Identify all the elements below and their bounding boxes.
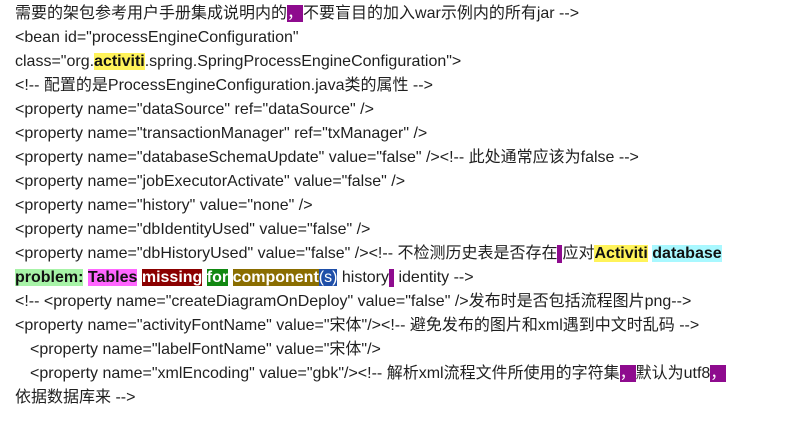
text-line-15: <property name="labelFontName" value="宋体… xyxy=(30,341,381,358)
text-line-12: problem: Tables missing for component(s)… xyxy=(15,266,794,290)
text-line-1: 需要的架包参考用户手册集成说明内的，不要盲目的加入war示例内的所有jar --… xyxy=(15,2,794,26)
text-segment: <property name="xmlEncoding" value="gbk"… xyxy=(30,365,620,382)
highlight-activiti: activiti xyxy=(94,53,145,70)
text-segment: history xyxy=(337,269,390,286)
text-line-4: <!-- 配置的是ProcessEngineConfiguration.java… xyxy=(15,77,433,94)
text-segment: class="org. xyxy=(15,53,95,70)
highlight-s: (s) xyxy=(318,269,338,286)
text-line-17: 依据数据库来 --> xyxy=(15,389,136,406)
highlight-comma: ， xyxy=(619,365,636,382)
highlight-missing: missing xyxy=(141,269,203,286)
text-line-5: <property name="dataSource" ref="dataSou… xyxy=(15,101,374,118)
document-text: 需要的架包参考用户手册集成说明内的，不要盲目的加入war示例内的所有jar --… xyxy=(0,0,794,424)
text-line-8: <property name="jobExecutorActivate" val… xyxy=(15,173,406,190)
text-segment: 默认为utf8 xyxy=(635,365,711,382)
text-line-10: <property name="dbIdentityUsed" value="f… xyxy=(15,221,371,238)
text-segment: 不要盲目的加入war示例内的所有jar --> xyxy=(303,5,580,22)
text-segment: <property name="dbHistoryUsed" value="fa… xyxy=(15,245,558,262)
text-line-2: <bean id="processEngineConfiguration" xyxy=(15,29,299,46)
text-line-16: <property name="xmlEncoding" value="gbk"… xyxy=(15,362,794,386)
text-line-14: <property name="activityFontName" value=… xyxy=(15,317,700,334)
text-line-3: class="org.activiti.spring.SpringProcess… xyxy=(15,50,794,74)
highlight-tables: Tables xyxy=(87,269,138,286)
highlight-problem: problem: xyxy=(15,269,84,286)
highlight-comma: ， xyxy=(710,365,727,382)
highlight-database: database xyxy=(652,245,722,262)
text-segment: identity --> xyxy=(394,269,474,286)
text-line-13: <!-- <property name="createDiagramOnDepl… xyxy=(15,293,692,310)
text-line-6: <property name="transactionManager" ref=… xyxy=(15,125,428,142)
text-segment: 应对 xyxy=(562,245,595,262)
highlight-activiti: Activiti xyxy=(594,245,648,262)
text-segment: 需要的架包参考用户手册集成说明内的 xyxy=(15,5,288,22)
highlight-for: for xyxy=(206,269,229,286)
text-line-7: <property name="databaseSchemaUpdate" va… xyxy=(15,149,639,166)
text-line-9: <property name="history" value="none" /> xyxy=(15,197,313,214)
text-line-11: <property name="dbHistoryUsed" value="fa… xyxy=(15,242,794,266)
highlight-component: component xyxy=(232,269,319,286)
highlight-comma: ， xyxy=(287,5,304,22)
text-segment: .spring.SpringProcessEngineConfiguration… xyxy=(144,53,462,70)
